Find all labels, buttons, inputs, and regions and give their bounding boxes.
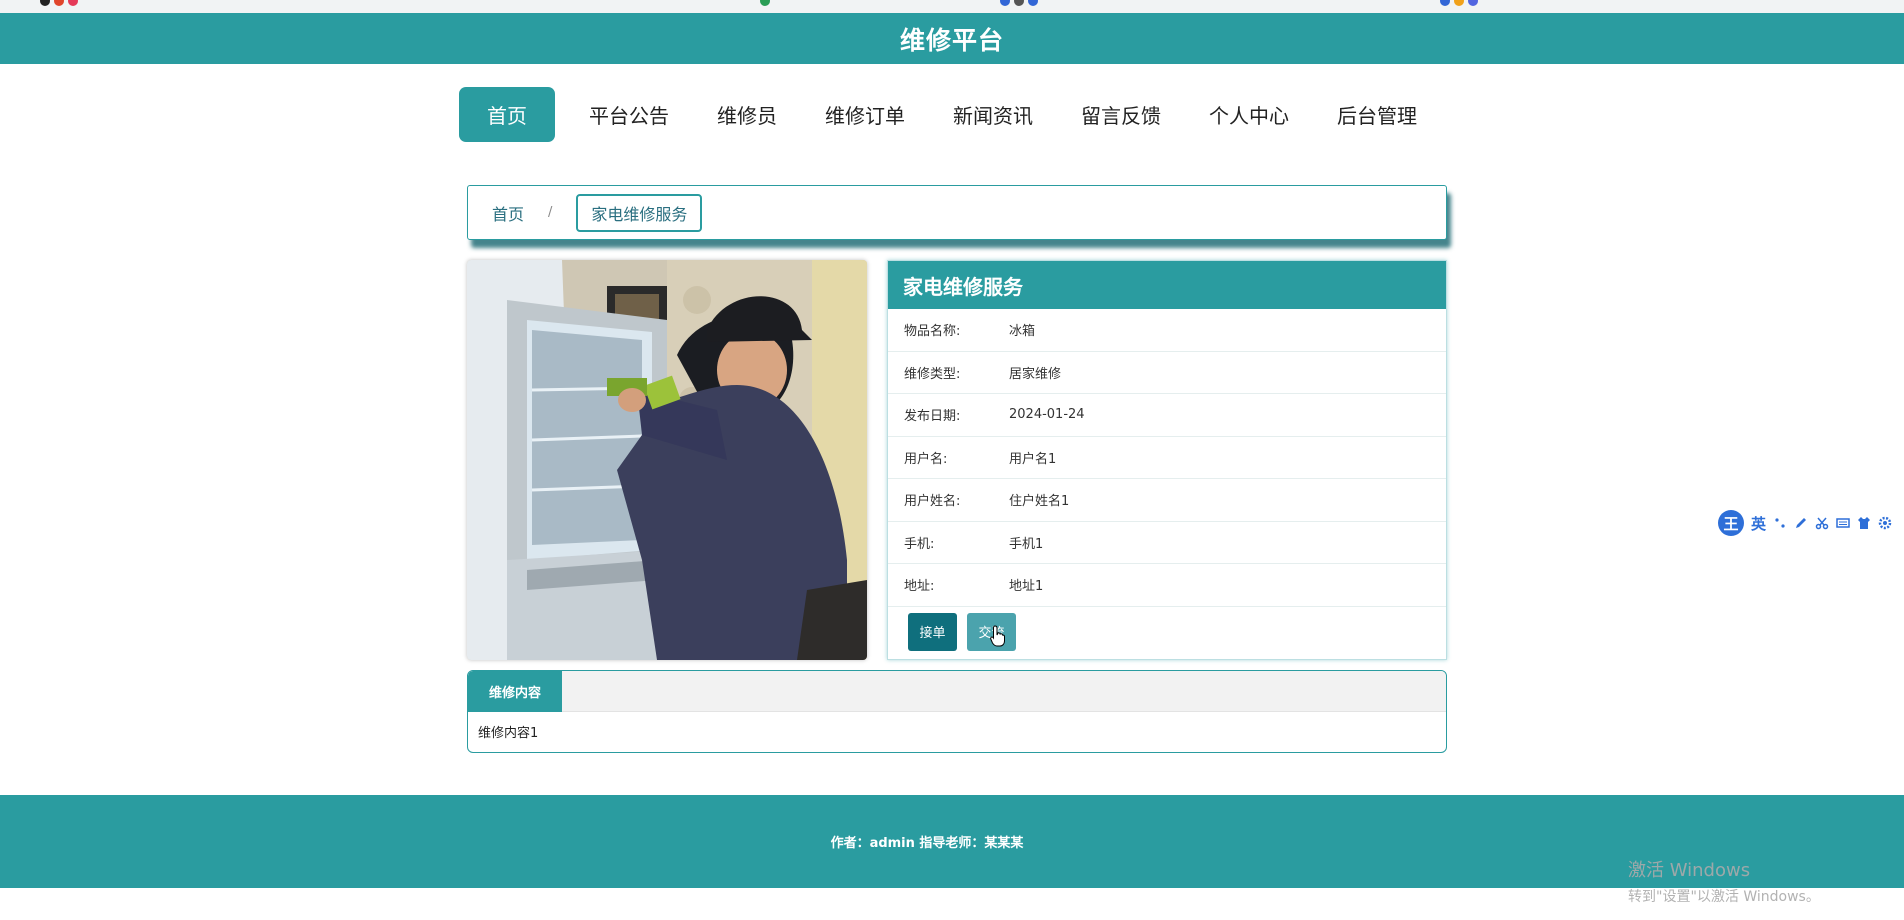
field-label: 发布日期:: [904, 409, 961, 425]
skin-shirt-icon[interactable]: [1857, 516, 1871, 530]
bookmark-item[interactable]: [1000, 0, 1038, 6]
hand-cursor-icon: [990, 624, 1005, 646]
content-tabs: 维修内容 维修内容1: [467, 670, 1447, 753]
field-row-address: 地址: 地址1: [888, 564, 1446, 607]
bookmarks-bar: [0, 0, 1904, 13]
detail-actions: 接单 交流: [888, 607, 1446, 651]
bookmark-item[interactable]: [40, 0, 78, 6]
watermark-line-2: 转到"设置"以激活 Windows。: [1628, 889, 1820, 905]
field-label: 用户姓名:: [904, 494, 961, 510]
header-bar: 维修平台: [0, 13, 1904, 64]
nav-item-repairers[interactable]: 维修员: [703, 87, 791, 142]
nav-item-announcements[interactable]: 平台公告: [575, 87, 683, 142]
tab-bar: 维修内容: [468, 671, 1446, 712]
repairman-fridge-image: [467, 260, 867, 660]
service-photo: [467, 260, 867, 660]
keyboard-icon[interactable]: [1836, 516, 1850, 530]
ime-logo-icon[interactable]: 王: [1718, 510, 1744, 536]
breadcrumb-separator: /: [548, 205, 553, 220]
ime-toolbar: 王 英: [1718, 510, 1893, 536]
tab-repair-content[interactable]: 维修内容: [468, 671, 562, 712]
nav-item-news[interactable]: 新闻资讯: [939, 87, 1047, 142]
breadcrumb: 首页 / 家电维修服务: [467, 185, 1447, 240]
field-label: 地址:: [904, 579, 935, 595]
windows-activation-watermark: 激活 Windows 转到"设置"以激活 Windows。: [1628, 856, 1820, 906]
footer: 作者：admin 指导老师：某某某: [0, 795, 1904, 888]
field-row-repair-type: 维修类型: 居家维修: [888, 352, 1446, 394]
field-row-user-fullname: 用户姓名: 住户姓名1: [888, 479, 1446, 522]
field-value: 地址1: [1009, 579, 1044, 595]
scissors-icon[interactable]: [1815, 516, 1829, 530]
field-label: 维修类型:: [904, 366, 961, 382]
bookmark-item[interactable]: [760, 0, 770, 6]
field-row-item-name: 物品名称: 冰箱: [888, 309, 1446, 352]
ime-language-mode[interactable]: 英: [1751, 513, 1766, 534]
field-label: 用户名:: [904, 451, 948, 467]
field-label: 物品名称:: [904, 324, 961, 340]
field-value: 用户名1: [1009, 451, 1057, 467]
field-label: 手机:: [904, 536, 935, 552]
nav-item-home[interactable]: 首页: [459, 87, 555, 142]
field-value: 手机1: [1009, 536, 1044, 552]
field-row-phone: 手机: 手机1: [888, 522, 1446, 564]
settings-gear-icon[interactable]: [1878, 516, 1892, 530]
field-row-publish-date: 发布日期: 2024-01-24: [888, 394, 1446, 437]
accept-order-button[interactable]: 接单: [908, 612, 957, 651]
nav-item-profile[interactable]: 个人中心: [1195, 87, 1303, 142]
field-value: 冰箱: [1009, 324, 1036, 340]
breadcrumb-current[interactable]: 家电维修服务: [576, 193, 703, 232]
nav-item-admin[interactable]: 后台管理: [1323, 87, 1431, 142]
field-value: 居家维修: [1009, 366, 1062, 382]
chat-button[interactable]: 交流: [967, 612, 1016, 651]
service-detail-panel: 家电维修服务 物品名称: 冰箱 维修类型: 居家维修 发布日期: 2024-01…: [887, 260, 1447, 660]
main-nav: 首页 平台公告 维修员 维修订单 新闻资讯 留言反馈 个人中心 后台管理: [459, 87, 1431, 142]
nav-item-feedback[interactable]: 留言反馈: [1067, 87, 1175, 142]
tab-body: 维修内容1: [478, 726, 539, 741]
field-value: 2024-01-24: [1009, 407, 1085, 423]
field-value: 住户姓名1: [1009, 494, 1070, 510]
field-row-username: 用户名: 用户名1: [888, 437, 1446, 479]
pen-icon[interactable]: [1794, 516, 1808, 530]
watermark-line-1: 激活 Windows: [1628, 860, 1751, 881]
footer-text: 作者：admin 指导老师：某某某: [830, 836, 1024, 851]
bookmark-item[interactable]: [1440, 0, 1478, 6]
nav-item-orders[interactable]: 维修订单: [811, 87, 919, 142]
site-title: 维修平台: [899, 25, 1004, 55]
detail-title: 家电维修服务: [888, 261, 1446, 309]
punctuation-icon[interactable]: [1773, 516, 1787, 530]
breadcrumb-home[interactable]: 首页: [492, 201, 524, 225]
